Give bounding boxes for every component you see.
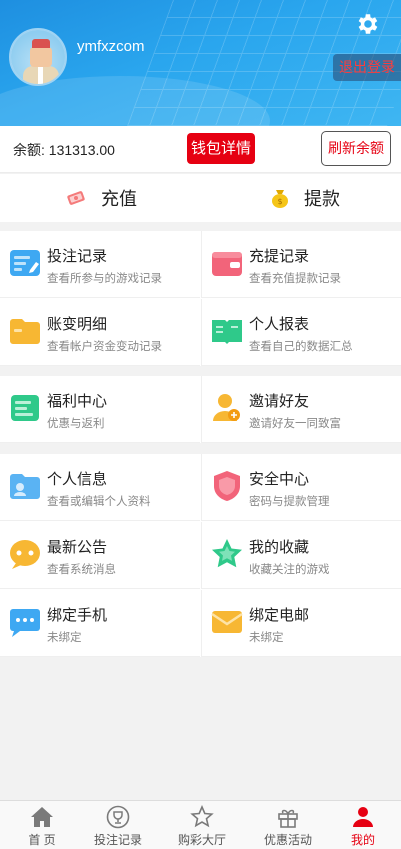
gear-icon[interactable] bbox=[355, 11, 381, 37]
nav-bet-records[interactable]: 投注记录 bbox=[78, 801, 158, 849]
withdraw-button[interactable]: $ 提款 bbox=[270, 174, 340, 222]
personal-info-title: 个人信息 bbox=[47, 471, 108, 488]
security-center-title: 安全中心 bbox=[249, 471, 310, 488]
bind-email-item[interactable]: 绑定电邮 未绑定 bbox=[201, 590, 401, 657]
account-changes-subtitle: 查看帐户资金变动记录 bbox=[47, 341, 162, 353]
add-user-icon bbox=[213, 394, 240, 421]
latest-notice-item[interactable]: 最新公告 查看系统消息 bbox=[0, 522, 200, 589]
nav-lottery-hall[interactable]: 购彩大厅 bbox=[162, 801, 242, 849]
balance-amount: 余额: 131313.00 bbox=[13, 142, 115, 158]
bet-records-icon bbox=[10, 250, 40, 276]
wallet-card-icon bbox=[212, 252, 242, 276]
trophy-icon bbox=[106, 805, 130, 829]
personal-report-subtitle: 查看自己的数据汇总 bbox=[249, 341, 353, 353]
personal-report-item[interactable]: 个人报表 查看自己的数据汇总 bbox=[201, 299, 401, 366]
my-favorites-title: 我的收藏 bbox=[249, 539, 310, 556]
id-card-icon bbox=[10, 474, 40, 499]
records-section: 投注记录 查看所参与的游戏记录 充提记录 查看充值提款记录 账变明细 查看帐户资… bbox=[0, 231, 401, 366]
welfare-center-title: 福利中心 bbox=[47, 393, 108, 410]
account-section: 个人信息 查看或编辑个人资料 安全中心 密码与提款管理 最新公告 查看系统消息 … bbox=[0, 454, 401, 657]
welfare-center-subtitle: 优惠与返利 bbox=[47, 418, 105, 430]
recharge-button[interactable]: 充值 bbox=[65, 174, 137, 222]
shield-icon bbox=[214, 471, 240, 501]
nav-promotions-label: 优惠活动 bbox=[263, 833, 312, 847]
book-icon bbox=[212, 320, 242, 344]
invite-friends-title: 邀请好友 bbox=[249, 393, 310, 410]
bind-phone-item[interactable]: 绑定手机 未绑定 bbox=[0, 590, 200, 657]
user-icon bbox=[353, 807, 373, 827]
folder-icon bbox=[10, 319, 40, 344]
bet-records-title: 投注记录 bbox=[47, 248, 108, 265]
bind-email-subtitle: 未绑定 bbox=[249, 632, 284, 644]
balance-bar: 余额: 131313.00 钱包详情 刷新余额 bbox=[0, 126, 401, 173]
gift-icon bbox=[278, 809, 298, 828]
deposit-withdraw-records-subtitle: 查看充值提款记录 bbox=[249, 273, 341, 285]
my-favorites-subtitle: 收藏关注的游戏 bbox=[249, 564, 330, 576]
deposit-withdraw-records-title: 充提记录 bbox=[249, 248, 310, 265]
refresh-balance-button[interactable]: 刷新余额 bbox=[321, 131, 391, 166]
bet-records-subtitle: 查看所参与的游戏记录 bbox=[47, 273, 162, 285]
star-outline-icon bbox=[190, 805, 214, 828]
wallet-details-button[interactable]: 钱包详情 bbox=[187, 133, 255, 164]
recharge-label: 充值 bbox=[101, 189, 137, 209]
nav-mine[interactable]: 我的 bbox=[323, 801, 401, 849]
recharge-withdraw-bar: 充值 $ 提款 bbox=[0, 174, 401, 222]
money-bag-icon: $ bbox=[272, 190, 288, 208]
home-icon bbox=[31, 807, 53, 827]
deposit-withdraw-records-item[interactable]: 充提记录 查看充值提款记录 bbox=[201, 231, 401, 298]
bind-email-title: 绑定电邮 bbox=[249, 607, 310, 624]
gift-card-icon bbox=[11, 395, 39, 421]
logout-button[interactable]: 退出登录 bbox=[333, 54, 401, 81]
avatar[interactable] bbox=[9, 28, 67, 86]
bottom-navigation: 首 页 投注记录 购彩大厅 优惠活动 我的 bbox=[0, 800, 401, 849]
profile-header: ymfxzcom 退出登录 bbox=[0, 0, 401, 126]
nav-home[interactable]: 首 页 bbox=[2, 801, 82, 849]
invite-friends-subtitle: 邀请好友一同致富 bbox=[249, 418, 341, 430]
welfare-center-item[interactable]: 福利中心 优惠与返利 bbox=[0, 376, 200, 443]
personal-info-item[interactable]: 个人信息 查看或编辑个人资料 bbox=[0, 454, 200, 521]
account-changes-title: 账变明细 bbox=[47, 316, 108, 333]
account-changes-item[interactable]: 账变明细 查看帐户资金变动记录 bbox=[0, 299, 200, 366]
security-center-subtitle: 密码与提款管理 bbox=[249, 496, 330, 508]
latest-notice-title: 最新公告 bbox=[47, 539, 108, 556]
nav-home-label: 首 页 bbox=[28, 833, 56, 847]
message-icon bbox=[10, 609, 40, 637]
star-icon bbox=[212, 539, 242, 568]
welfare-section: 福利中心 优惠与返利 邀请好友 邀请好友一同致富 bbox=[0, 376, 401, 443]
my-favorites-item[interactable]: 我的收藏 收藏关注的游戏 bbox=[201, 522, 401, 589]
chat-bubble-icon bbox=[10, 540, 40, 569]
personal-report-title: 个人报表 bbox=[249, 316, 310, 333]
bind-phone-subtitle: 未绑定 bbox=[47, 632, 82, 644]
recharge-icon bbox=[67, 191, 85, 205]
svg-text:$: $ bbox=[277, 197, 282, 206]
withdraw-label: 提款 bbox=[304, 189, 340, 209]
nav-lottery-hall-label: 购彩大厅 bbox=[177, 833, 226, 847]
nav-mine-label: 我的 bbox=[350, 833, 375, 847]
bind-phone-title: 绑定手机 bbox=[47, 607, 108, 624]
bet-records-item[interactable]: 投注记录 查看所参与的游戏记录 bbox=[0, 231, 200, 298]
security-center-item[interactable]: 安全中心 密码与提款管理 bbox=[201, 454, 401, 521]
envelope-icon bbox=[211, 611, 243, 633]
nav-promotions[interactable]: 优惠活动 bbox=[248, 801, 328, 849]
nav-bet-records-label: 投注记录 bbox=[93, 833, 142, 847]
latest-notice-subtitle: 查看系统消息 bbox=[47, 564, 116, 576]
username: ymfxzcom bbox=[77, 38, 145, 55]
invite-friends-item[interactable]: 邀请好友 邀请好友一同致富 bbox=[201, 376, 401, 443]
personal-info-subtitle: 查看或编辑个人资料 bbox=[47, 496, 151, 508]
